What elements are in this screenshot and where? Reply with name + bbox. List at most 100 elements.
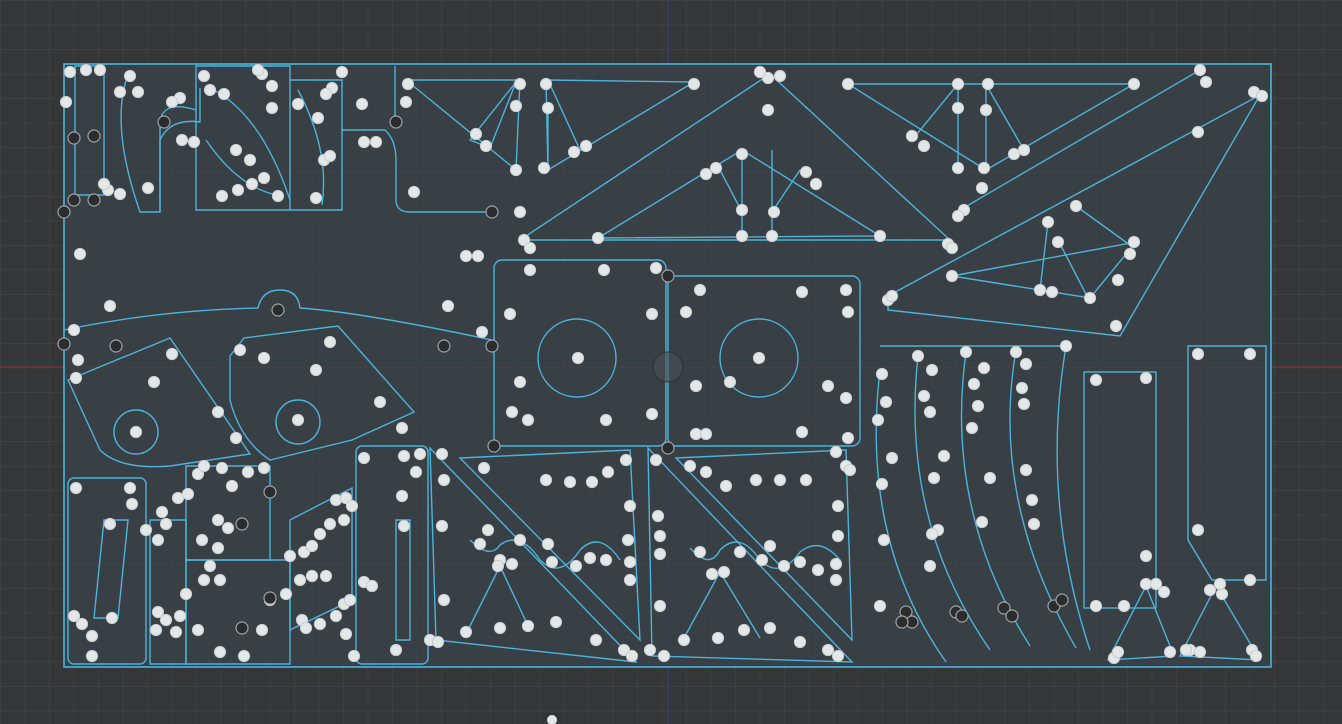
circle-node-icon[interactable] <box>623 555 637 569</box>
circle-node-icon[interactable] <box>1015 381 1029 395</box>
circle-node-icon[interactable] <box>215 461 229 475</box>
circle-node-icon[interactable] <box>203 559 217 573</box>
circle-node-icon[interactable] <box>319 87 333 101</box>
circle-node-icon[interactable] <box>571 351 585 365</box>
circle-node-icon[interactable] <box>545 555 559 569</box>
circle-node-icon[interactable] <box>87 129 101 143</box>
circle-node-icon[interactable] <box>57 337 71 351</box>
circle-node-icon[interactable] <box>597 263 611 277</box>
circle-node-icon[interactable] <box>1045 285 1059 299</box>
circle-node-icon[interactable] <box>585 475 599 489</box>
circle-node-icon[interactable] <box>983 471 997 485</box>
circle-node-icon[interactable] <box>129 425 143 439</box>
circle-node-icon[interactable] <box>1017 397 1031 411</box>
circle-node-icon[interactable] <box>925 363 939 377</box>
circle-node-icon[interactable] <box>67 131 81 145</box>
circle-node-icon[interactable] <box>653 547 667 561</box>
circle-node-icon[interactable] <box>951 209 965 223</box>
circle-node-icon[interactable] <box>537 161 551 175</box>
circle-node-icon[interactable] <box>539 473 553 487</box>
circle-node-icon[interactable] <box>235 517 249 531</box>
circle-node-icon[interactable] <box>75 617 89 631</box>
circle-node-icon[interactable] <box>645 307 659 321</box>
circle-node-icon[interactable] <box>165 95 179 109</box>
circle-node-icon[interactable] <box>705 567 719 581</box>
circle-node-icon[interactable] <box>755 553 769 567</box>
circle-node-icon[interactable] <box>839 283 853 297</box>
circle-node-icon[interactable] <box>73 247 87 261</box>
circle-node-icon[interactable] <box>215 189 229 203</box>
circle-node-icon[interactable] <box>911 349 925 363</box>
circle-node-icon[interactable] <box>677 633 691 647</box>
circle-node-icon[interactable] <box>235 621 249 635</box>
circle-node-icon[interactable] <box>735 203 749 217</box>
circle-node-icon[interactable] <box>279 587 293 601</box>
circle-node-icon[interactable] <box>773 473 787 487</box>
circle-node-icon[interactable] <box>753 65 767 79</box>
circle-node-icon[interactable] <box>169 625 183 639</box>
circle-node-icon[interactable] <box>503 307 517 321</box>
circle-node-icon[interactable] <box>397 519 411 533</box>
circle-node-icon[interactable] <box>1051 235 1065 249</box>
circle-node-icon[interactable] <box>945 269 959 283</box>
circle-node-icon[interactable] <box>752 351 766 365</box>
circle-node-icon[interactable] <box>981 77 995 91</box>
circle-node-icon[interactable] <box>109 339 123 353</box>
circle-node-icon[interactable] <box>437 593 451 607</box>
circle-node-icon[interactable] <box>291 97 305 111</box>
circle-node-icon[interactable] <box>313 527 327 541</box>
circle-node-icon[interactable] <box>459 249 473 263</box>
circle-node-icon[interactable] <box>599 413 613 427</box>
circle-node-icon[interactable] <box>925 527 939 541</box>
circle-node-icon[interactable] <box>197 69 211 83</box>
circle-node-icon[interactable] <box>709 161 723 175</box>
circle-node-icon[interactable] <box>441 299 455 313</box>
circle-node-icon[interactable] <box>187 135 201 149</box>
circle-node-icon[interactable] <box>975 181 989 195</box>
circle-node-icon[interactable] <box>265 79 279 93</box>
circle-node-icon[interactable] <box>477 461 491 475</box>
circle-node-icon[interactable] <box>689 379 703 393</box>
circle-node-icon[interactable] <box>365 579 379 593</box>
circle-node-icon[interactable] <box>795 425 809 439</box>
circle-node-icon[interactable] <box>549 615 563 629</box>
circle-node-icon[interactable] <box>157 115 171 129</box>
circle-node-icon[interactable] <box>241 465 255 479</box>
circle-node-icon[interactable] <box>811 563 825 577</box>
nest-canvas[interactable] <box>0 0 1342 724</box>
circle-node-icon[interactable] <box>1111 273 1125 287</box>
circle-node-icon[interactable] <box>873 599 887 613</box>
circle-node-icon[interactable] <box>895 615 909 629</box>
circle-node-icon[interactable] <box>257 351 271 365</box>
circle-node-icon[interactable] <box>147 375 161 389</box>
circle-node-icon[interactable] <box>763 539 777 553</box>
circle-node-icon[interactable] <box>257 461 271 475</box>
circle-node-icon[interactable] <box>923 405 937 419</box>
circle-node-icon[interactable] <box>521 413 535 427</box>
circle-node-icon[interactable] <box>229 431 243 445</box>
circle-node-icon[interactable] <box>323 517 337 531</box>
circle-node-icon[interactable] <box>139 523 153 537</box>
circle-node-icon[interactable] <box>243 153 257 167</box>
circle-node-icon[interactable] <box>311 111 325 125</box>
circle-node-icon[interactable] <box>491 559 505 573</box>
circle-node-icon[interactable] <box>749 473 763 487</box>
circle-node-icon[interactable] <box>1199 75 1213 89</box>
circle-node-icon[interactable] <box>1017 143 1031 157</box>
circle-node-icon[interactable] <box>547 715 557 724</box>
circle-node-icon[interactable] <box>197 573 211 587</box>
circle-node-icon[interactable] <box>623 499 637 513</box>
circle-node-icon[interactable] <box>821 379 835 393</box>
circle-node-icon[interactable] <box>905 129 919 143</box>
circle-node-icon[interactable] <box>151 533 165 547</box>
circle-node-icon[interactable] <box>85 629 99 643</box>
circle-node-icon[interactable] <box>841 305 855 319</box>
circle-node-icon[interactable] <box>435 519 449 533</box>
circle-node-icon[interactable] <box>841 77 855 91</box>
circle-node-icon[interactable] <box>1203 583 1217 597</box>
circle-node-icon[interactable] <box>1139 371 1153 385</box>
circle-node-icon[interactable] <box>653 529 667 543</box>
circle-node-icon[interactable] <box>661 269 675 283</box>
circle-node-icon[interactable] <box>159 517 173 531</box>
circle-node-icon[interactable] <box>291 413 305 427</box>
